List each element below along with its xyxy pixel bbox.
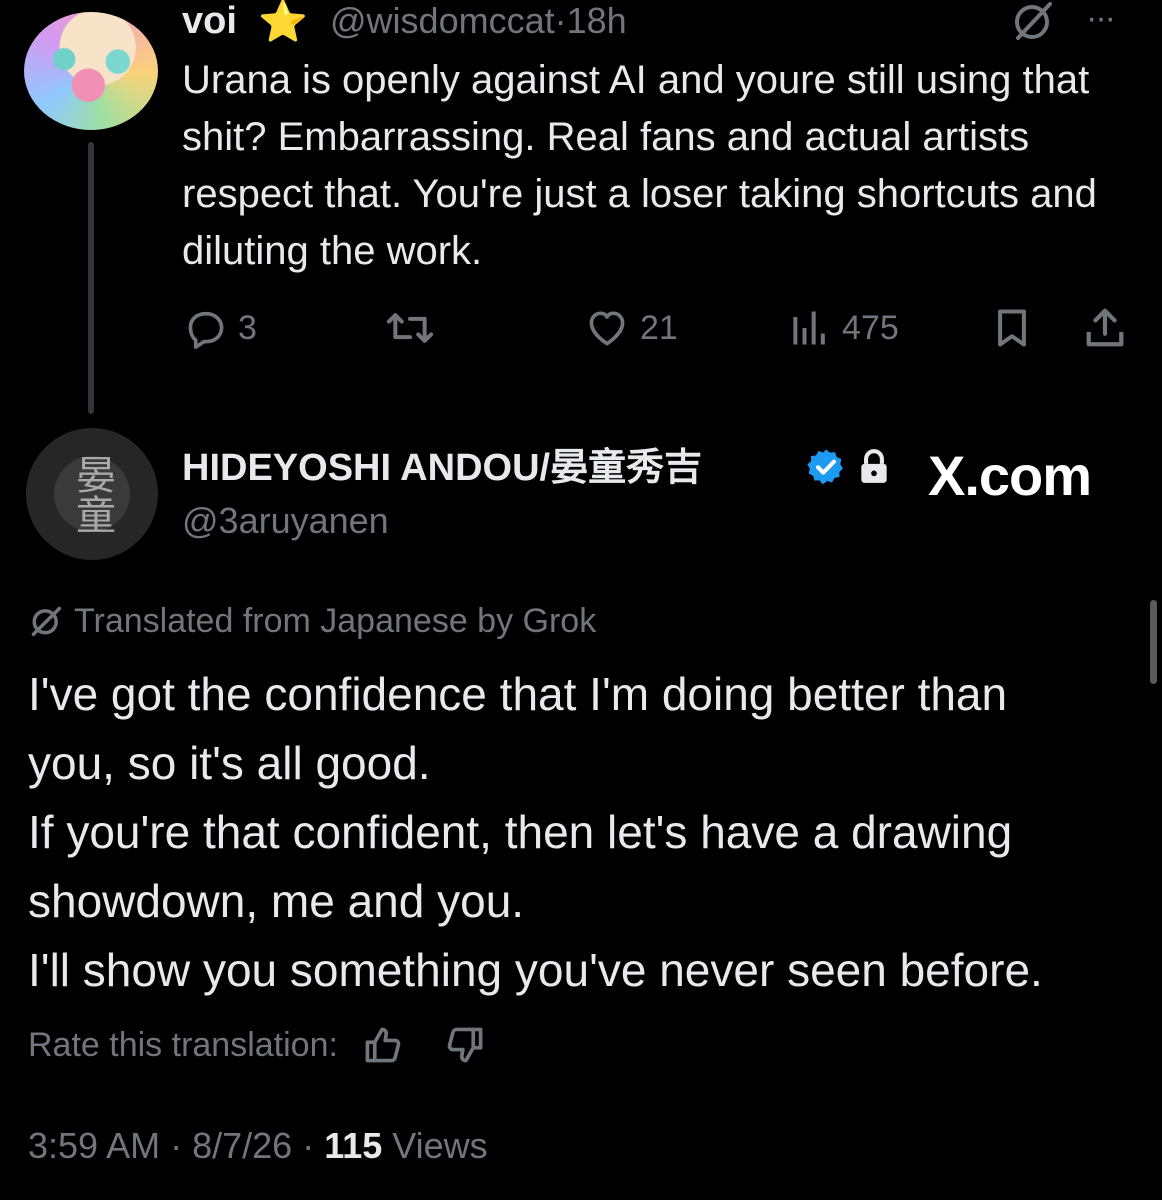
more-icon[interactable]: ···: [1086, 0, 1116, 36]
post-text-line: showdown, me and you.: [28, 875, 525, 927]
reply-author-handle[interactable]: @wisdomccat·18h: [330, 0, 627, 42]
verified-icon: [807, 449, 843, 485]
reply-icon: [188, 311, 224, 349]
reply-handle-text: @wisdomccat: [330, 0, 555, 41]
thumbs-up-icon[interactable]: [360, 1023, 406, 1067]
like-count: 21: [640, 308, 678, 347]
bookmark-icon: [998, 309, 1026, 347]
reply-handle-separator: ·: [554, 0, 567, 41]
meta-separator: ·: [292, 1125, 325, 1166]
reply-author-name[interactable]: voi: [182, 0, 237, 42]
grok-icon: [31, 606, 62, 637]
rate-translation-row: Rate this translation:: [28, 1022, 488, 1068]
bookmark-button[interactable]: [990, 300, 1034, 356]
post-text-line: I'll show you something you've never see…: [28, 944, 1043, 996]
like-button[interactable]: 21: [584, 300, 678, 356]
scrollbar[interactable]: [1150, 600, 1157, 684]
post-date[interactable]: 8/7/26: [192, 1125, 292, 1166]
views-button[interactable]: 475: [788, 300, 899, 356]
post-views-count[interactable]: 115: [324, 1125, 382, 1166]
star-badge-emoji: ⭐: [258, 0, 308, 44]
avatar-seal-text: 晏童: [69, 454, 115, 534]
translation-label: Translated from Japanese by Grok: [74, 602, 597, 640]
post-meta: 3:59 AM · 8/7/26 · 115 Views: [28, 1124, 488, 1168]
post-views-label: Views: [382, 1125, 488, 1166]
repost-button[interactable]: [384, 300, 436, 356]
views-icon: [793, 311, 825, 345]
share-button[interactable]: [1082, 300, 1128, 356]
share-icon: [1086, 308, 1124, 347]
lock-icon: [861, 449, 887, 483]
reply-action-bar: 3 21 475: [182, 300, 1142, 356]
thread-connector-line: [88, 142, 94, 414]
grok-icon[interactable]: [1010, 0, 1056, 42]
translation-notice: Translated from Japanese by Grok: [28, 600, 596, 642]
reply-timestamp[interactable]: 18h: [567, 0, 627, 41]
retweet-icon: [386, 313, 434, 343]
thumbs-down-icon[interactable]: [442, 1023, 488, 1067]
post-text: I've got the confidence that I'm doing b…: [28, 660, 1138, 1005]
rate-translation-label: Rate this translation:: [28, 1025, 338, 1064]
post-author-name[interactable]: HIDEYOSHI ANDOU/晏童秀吉: [182, 446, 702, 490]
post-author-handle[interactable]: @3aruyanen: [182, 500, 389, 542]
post-time[interactable]: 3:59 AM: [28, 1125, 160, 1166]
views-count: 475: [842, 308, 899, 347]
meta-separator: ·: [160, 1125, 193, 1166]
x-com-watermark: X.com: [928, 444, 1092, 507]
reply-count: 3: [238, 308, 257, 347]
reply-avatar[interactable]: [24, 12, 158, 130]
post-text-line: I've got the confidence that I'm doing b…: [28, 668, 1008, 720]
post-text-line: you, so it's all good.: [28, 737, 431, 789]
post-avatar[interactable]: 晏童: [26, 428, 158, 560]
post-text-line: If you're that confident, then let's hav…: [28, 806, 1013, 858]
reply-text: Urana is openly against AI and youre sti…: [182, 58, 1097, 273]
reply-button[interactable]: 3: [184, 300, 257, 356]
like-icon: [589, 311, 625, 346]
